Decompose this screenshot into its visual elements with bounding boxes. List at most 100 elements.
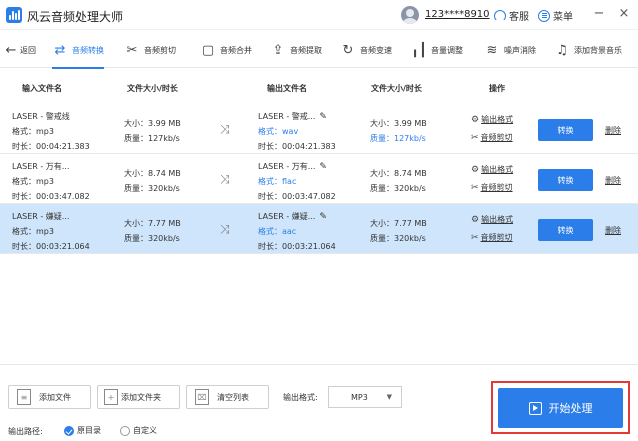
speed-icon: ↻ bbox=[342, 42, 354, 58]
music-note-icon: ♫ bbox=[556, 42, 568, 58]
tab-label: 音量调整 bbox=[431, 45, 463, 55]
convert-icon: ⇄ bbox=[54, 42, 66, 58]
tab-audio-extract[interactable]: ⇪ 音频提取 bbox=[270, 32, 322, 68]
output-quality: 质量：320kb/s bbox=[370, 234, 426, 243]
start-label: 开始处理 bbox=[548, 402, 593, 415]
add-file-button[interactable]: ≡ 添加文件 bbox=[8, 385, 91, 409]
radio-original-label: 原目录 bbox=[77, 426, 101, 435]
tab-label: 音频剪切 bbox=[144, 45, 176, 55]
folder-icon: + bbox=[104, 389, 118, 405]
tab-audio-merge[interactable]: ▢ 音频合并 bbox=[200, 32, 252, 68]
merge-icon: ▢ bbox=[201, 42, 215, 58]
header-input-size: 文件大小/时长 bbox=[127, 84, 178, 93]
tab-label: 音频转换 bbox=[72, 45, 104, 55]
delete-link[interactable]: 删除 bbox=[605, 225, 621, 236]
delete-link[interactable]: 删除 bbox=[605, 125, 621, 136]
username-link[interactable]: 123****8910 bbox=[425, 9, 490, 20]
scissors-icon: ✂ bbox=[471, 182, 479, 193]
edit-pencil-icon[interactable]: ✎ bbox=[319, 162, 327, 172]
customer-service-label: 客服 bbox=[509, 12, 529, 23]
settings-icon: ⚙ bbox=[471, 214, 480, 225]
tab-audio-convert[interactable]: ⇄ 音频转换 bbox=[52, 32, 104, 69]
minimize-button[interactable]: − bbox=[592, 6, 606, 21]
app-title: 风云音频处理大师 bbox=[27, 10, 124, 24]
start-processing-button[interactable]: 开始处理 bbox=[498, 388, 623, 428]
output-filename[interactable]: LASER - 万有... ✎ bbox=[258, 161, 327, 172]
output-duration: 时长：00:03:47.082 bbox=[258, 192, 336, 201]
tab-label: 音频合并 bbox=[220, 45, 252, 55]
output-format-link[interactable]: ⚙ 输出格式 bbox=[471, 214, 513, 225]
shuffle-icon: ⤨ bbox=[220, 122, 230, 136]
clear-list-button[interactable]: ⌧ 清空列表 bbox=[186, 385, 269, 409]
file-icon: ≡ bbox=[17, 389, 31, 405]
convert-button[interactable]: 转换 bbox=[538, 169, 593, 191]
input-format: 格式：mp3 bbox=[12, 227, 54, 236]
close-button[interactable]: × bbox=[617, 6, 631, 21]
tab-volume-adjust[interactable]: ╻┃ 音量调整 bbox=[411, 32, 463, 68]
output-format-link[interactable]: ⚙ 输出格式 bbox=[471, 114, 513, 125]
output-size: 大小：7.77 MB bbox=[370, 219, 427, 228]
input-quality: 质量：127kb/s bbox=[124, 134, 180, 143]
header-output-size: 文件大小/时长 bbox=[371, 84, 422, 93]
output-format-link[interactable]: ⚙ 输出格式 bbox=[471, 164, 513, 175]
menu-button[interactable]: 菜单 bbox=[538, 8, 573, 23]
extract-icon: ⇪ bbox=[272, 42, 284, 58]
radio-original-dir[interactable]: 原目录 bbox=[64, 425, 101, 436]
header-input-name: 输入文件名 bbox=[22, 84, 62, 93]
edit-pencil-icon[interactable]: ✎ bbox=[319, 212, 327, 222]
convert-button[interactable]: 转换 bbox=[538, 219, 593, 241]
arrow-left-icon: ← bbox=[5, 42, 17, 58]
input-duration: 时长：00:03:21.064 bbox=[12, 242, 90, 251]
output-quality: 质量：320kb/s bbox=[370, 184, 426, 193]
input-size: 大小：7.77 MB bbox=[124, 219, 181, 228]
convert-button[interactable]: 转换 bbox=[538, 119, 593, 141]
output-quality: 质量：127kb/s bbox=[370, 134, 426, 143]
tab-audio-cut[interactable]: ✂ 音频剪切 bbox=[124, 32, 176, 68]
denoise-icon: ≋ bbox=[486, 42, 498, 58]
menu-icon bbox=[538, 9, 550, 22]
customer-service-button[interactable]: 客服 bbox=[494, 8, 529, 23]
delete-link[interactable]: 删除 bbox=[605, 175, 621, 186]
back-button[interactable]: ← 返回 bbox=[6, 32, 36, 68]
volume-icon: ╻┃ bbox=[411, 42, 427, 58]
output-format: 格式：aac bbox=[258, 227, 297, 236]
header-actions: 操作 bbox=[489, 84, 505, 93]
trash-icon: ⌧ bbox=[195, 389, 209, 405]
tab-denoise[interactable]: ≋ 噪声消除 bbox=[484, 32, 536, 68]
table-row[interactable]: LASER - 嫌疑... 格式：mp3 时长：00:03:21.064 大小：… bbox=[0, 204, 638, 254]
edit-pencil-icon[interactable]: ✎ bbox=[319, 112, 327, 122]
output-format-label: 输出格式: bbox=[283, 393, 318, 402]
audio-cut-link[interactable]: ✂ 音频剪切 bbox=[471, 182, 513, 193]
scissors-icon: ✂ bbox=[126, 42, 138, 58]
output-filename[interactable]: LASER - 警戒... ✎ bbox=[258, 111, 327, 122]
input-quality: 质量：320kb/s bbox=[124, 234, 180, 243]
add-folder-button[interactable]: + 添加文件夹 bbox=[97, 385, 180, 409]
radio-custom-dir[interactable]: 自定义 bbox=[120, 425, 157, 436]
input-format: 格式：mp3 bbox=[12, 127, 54, 136]
play-icon bbox=[528, 401, 542, 415]
table-header: 输入文件名 文件大小/时长 输出文件名 文件大小/时长 操作 bbox=[0, 72, 638, 102]
tab-audio-speed[interactable]: ↻ 音频变速 bbox=[340, 32, 392, 68]
shuffle-icon: ⤨ bbox=[220, 172, 230, 186]
avatar[interactable] bbox=[401, 6, 419, 24]
output-format: 格式：flac bbox=[258, 177, 297, 186]
add-folder-label: 添加文件夹 bbox=[121, 392, 161, 402]
settings-icon: ⚙ bbox=[471, 114, 480, 125]
table-row[interactable]: LASER - 万有... 格式：mp3 时长：00:03:47.082 大小：… bbox=[0, 154, 638, 204]
audio-cut-link[interactable]: ✂ 音频剪切 bbox=[471, 132, 513, 143]
table-row[interactable]: LASER - 警戒线 格式：mp3 时长：00:04:21.383 大小：3.… bbox=[0, 104, 638, 154]
output-filename[interactable]: LASER - 嫌疑... ✎ bbox=[258, 211, 327, 222]
divider bbox=[0, 364, 638, 365]
tab-label: 噪声消除 bbox=[504, 45, 536, 55]
header-output-name: 输出文件名 bbox=[267, 84, 307, 93]
input-size: 大小：8.74 MB bbox=[124, 169, 181, 178]
audio-cut-link[interactable]: ✂ 音频剪切 bbox=[471, 232, 513, 243]
app-logo-icon bbox=[6, 7, 22, 23]
shuffle-icon: ⤨ bbox=[220, 222, 230, 236]
input-quality: 质量：320kb/s bbox=[124, 184, 180, 193]
input-filename: LASER - 万有... bbox=[12, 162, 70, 171]
tab-add-bgm[interactable]: ♫ 添加背景音乐 bbox=[554, 32, 622, 68]
radio-custom-label: 自定义 bbox=[133, 426, 157, 435]
output-format-select[interactable]: MP3 ▼ bbox=[328, 386, 402, 408]
tab-label: 添加背景音乐 bbox=[574, 45, 622, 55]
